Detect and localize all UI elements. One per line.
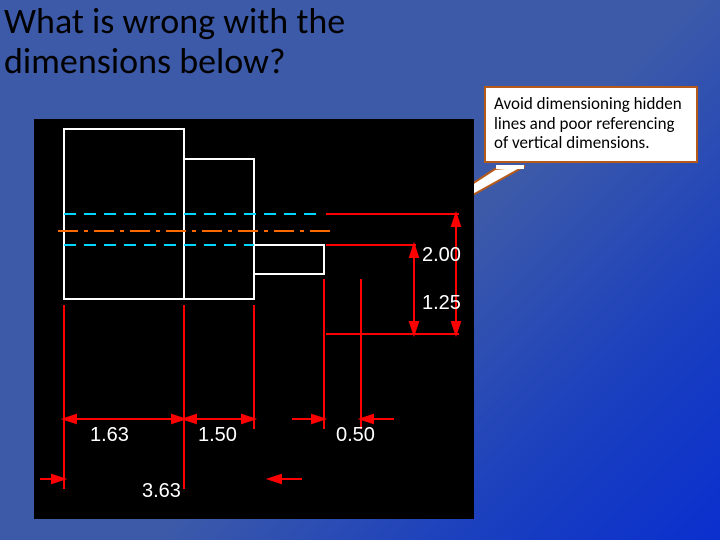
drawing-panel: 1.63 1.50 0.50 3.63 2.00 1.25 [34,119,474,519]
dim-h-4: 3.63 [142,480,181,502]
callout-text: Avoid dimensioning hidden lines and poor… [494,93,682,153]
dim-v-1: 2.00 [422,244,461,266]
dim-h-3: 0.50 [336,424,375,446]
page-title: What is wrong with the dimensions below? [4,2,464,81]
dim-h-2: 1.50 [198,424,237,446]
dim-h-1: 1.63 [90,424,129,446]
engineering-drawing: 1.63 1.50 0.50 3.63 2.00 1.25 [34,119,474,519]
dim-v-2: 1.25 [422,292,461,314]
callout-note: Avoid dimensioning hidden lines and poor… [484,86,698,163]
